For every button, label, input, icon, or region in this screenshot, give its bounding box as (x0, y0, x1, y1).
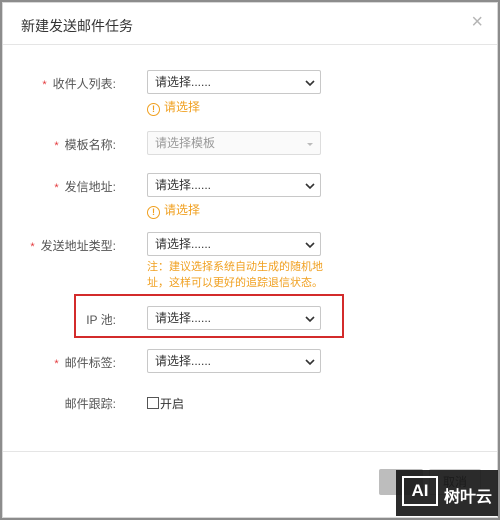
template-name-placeholder: 请选择模板 (155, 136, 216, 150)
required-mark: * (30, 241, 35, 253)
logo-text: 树叶云 (444, 489, 493, 506)
ip-pool-label: IP 池: (86, 313, 116, 327)
warning-icon: ! (147, 103, 160, 116)
logo-ai-mark: AI (402, 476, 438, 506)
sender-address-select[interactable]: 请选择...... (147, 173, 321, 197)
chevron-down-icon (305, 359, 315, 366)
sender-address-type-select[interactable]: 请选择...... (147, 232, 321, 256)
required-mark: * (54, 182, 59, 194)
sender-address-type-label: * 发送地址类型: (30, 239, 116, 253)
mail-tag-label: * 邮件标签: (54, 356, 116, 370)
chevron-down-icon (305, 242, 315, 249)
chevron-down-icon (305, 80, 315, 87)
mail-tracking-checkbox-label: 开启 (160, 397, 185, 411)
recipient-list-value: 请选择...... (155, 75, 212, 89)
mail-tag-select[interactable]: 请选择...... (147, 349, 321, 373)
note-line-2: 址，这样可以更好的追踪退信状态。 (147, 277, 323, 289)
sender-address-label: * 发信地址: (54, 180, 116, 194)
dialog-title: 新建发送邮件任务 (21, 18, 133, 34)
sender-address-type-note: 注：建议选择系统自动生成的随机地 址，这样可以更好的追踪退信状态。 (147, 259, 327, 291)
required-mark: * (54, 140, 59, 152)
new-mail-task-dialog: 新建发送邮件任务 × * 收件人列表: 请选择...... ! 请选择 * 模板名称:… (2, 2, 498, 518)
ip-pool-value: 请选择...... (155, 311, 212, 325)
sender-address-hint: ! 请选择 (147, 201, 200, 219)
close-icon[interactable]: × (471, 12, 483, 32)
template-name-select[interactable]: 请选择模板 (147, 131, 321, 155)
mail-tag-value: 请选择...... (155, 354, 212, 368)
sender-address-value: 请选择...... (155, 178, 212, 192)
sender-address-type-value: 请选择...... (155, 237, 212, 251)
checkbox-box[interactable] (147, 397, 159, 409)
mail-tracking-label: 邮件跟踪: (64, 397, 116, 411)
caret-down-icon (307, 143, 313, 146)
chevron-down-icon (305, 316, 315, 323)
mail-tracking-checkbox[interactable]: 开启 (147, 395, 184, 412)
warning-icon: ! (147, 206, 160, 219)
footer-divider (3, 451, 497, 452)
ip-pool-select[interactable]: 请选择...... (147, 306, 321, 330)
recipient-list-label: * 收件人列表: (42, 77, 116, 91)
template-name-label: * 模板名称: (54, 138, 116, 152)
recipient-list-hint: ! 请选择 (147, 98, 200, 116)
watermark-logo: AI 树叶云 (396, 470, 498, 516)
chevron-down-icon (305, 183, 315, 190)
recipient-list-select[interactable]: 请选择...... (147, 70, 321, 94)
required-mark: * (42, 79, 47, 91)
dialog-header: 新建发送邮件任务 × (3, 3, 497, 45)
note-line-1: 注：建议选择系统自动生成的随机地 (147, 261, 323, 273)
required-mark: * (54, 358, 59, 370)
